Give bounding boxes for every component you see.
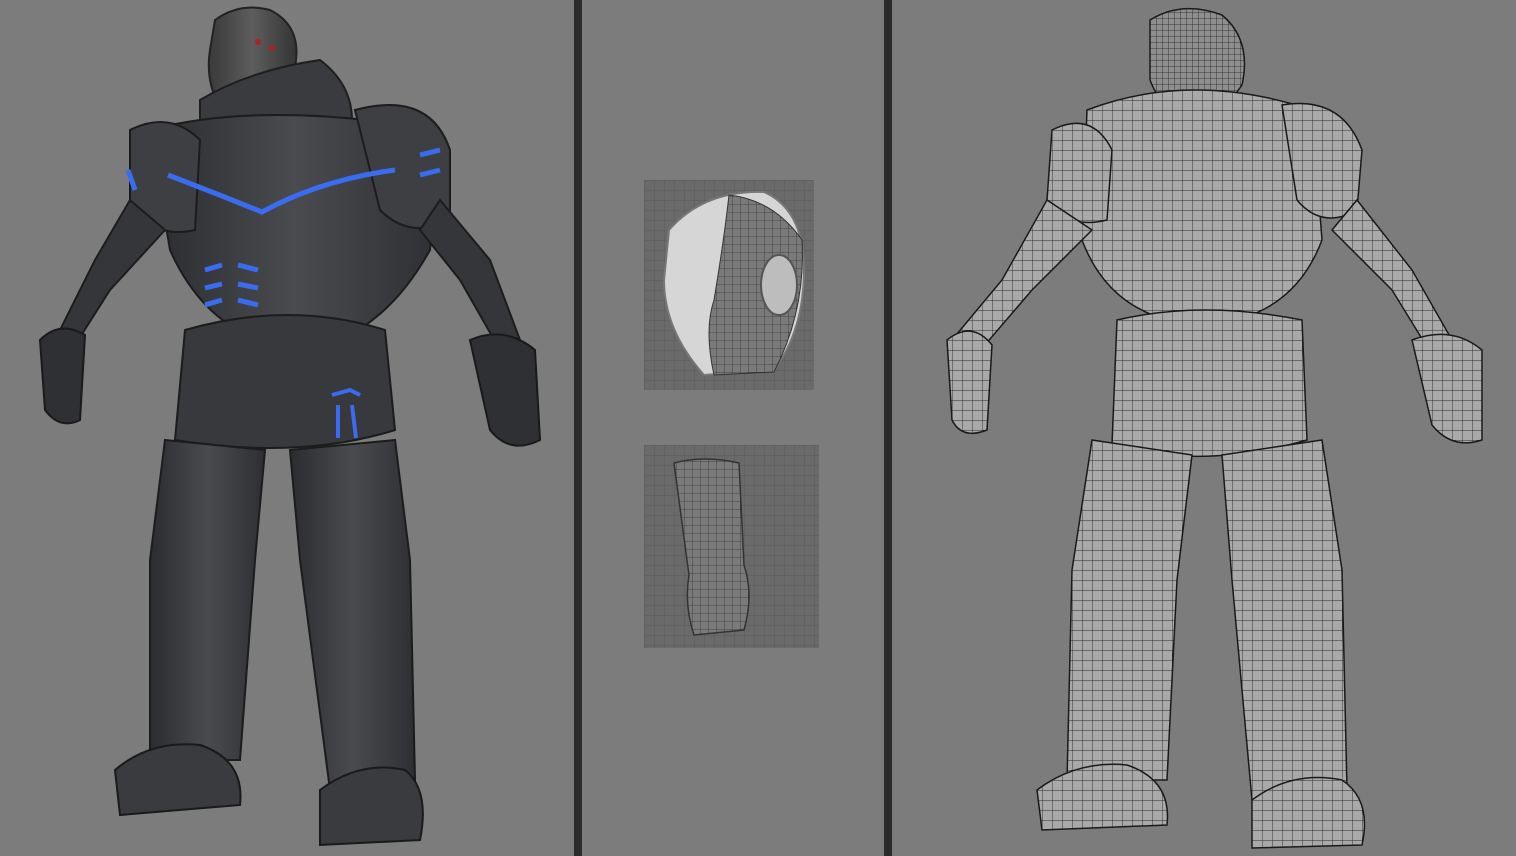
panel-divider-left [574, 0, 582, 856]
wire-left-leg [1066, 439, 1193, 781]
wire-right-arm [1330, 198, 1453, 357]
boot-preview-image [644, 445, 819, 648]
uv-preview-viewport [582, 0, 884, 856]
shaded-model-viewport [0, 0, 574, 856]
left-arm [58, 198, 167, 347]
right-arm [418, 198, 522, 352]
wireframe-viewport [892, 0, 1516, 856]
shaded-character-figure [38, 6, 542, 847]
left-leg [149, 438, 267, 761]
helmet-uv-thumbnail [644, 180, 814, 390]
panel-divider-right [884, 0, 892, 856]
wireframe-character-figure [946, 7, 1483, 849]
boot-uv-thumbnail [644, 445, 819, 648]
helmet-preview-image [644, 180, 814, 390]
right-leg [288, 438, 417, 792]
wire-right-leg [1221, 439, 1348, 801]
